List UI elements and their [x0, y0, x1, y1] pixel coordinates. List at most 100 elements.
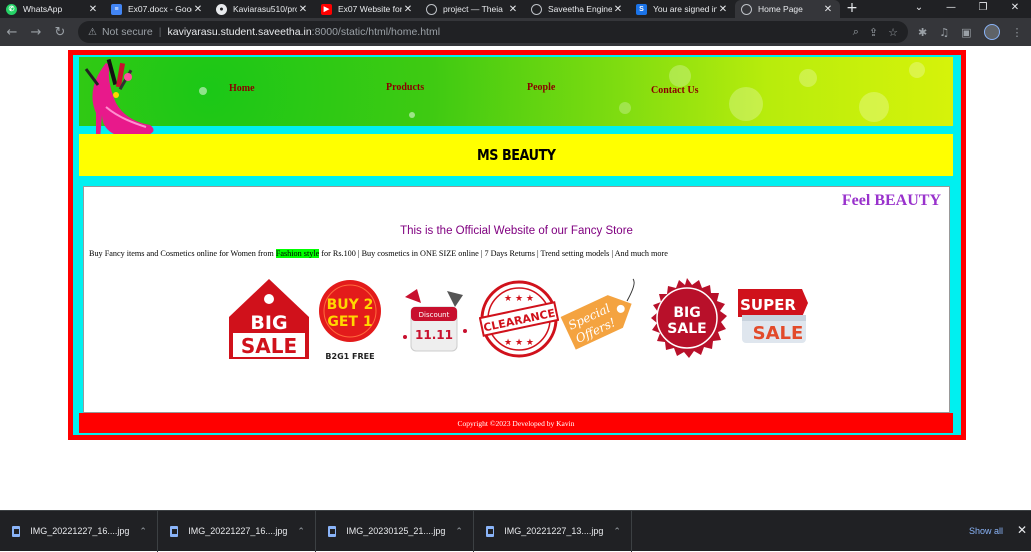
download-item[interactable]: IMG_20230125_21....jpg ⌃	[316, 510, 474, 552]
super-sale-text: SALE	[753, 323, 804, 344]
bokeh	[409, 112, 415, 118]
nav-home[interactable]: Home	[229, 83, 255, 94]
zoom-icon[interactable]: ⌕	[853, 26, 859, 39]
tagline: Feel BEAUTY	[841, 192, 941, 209]
chevron-up-icon[interactable]: ⌃	[287, 526, 315, 537]
tab-whatsapp[interactable]: ✆ WhatsApp ✕	[0, 0, 105, 18]
globe-icon	[531, 3, 542, 15]
big-text: BIG	[250, 312, 287, 334]
get1-text: GET 1	[327, 314, 372, 330]
browser-toolbar: ← → ↻ ⚠ Not secure | kaviyarasu.student.…	[0, 18, 1031, 46]
s-icon: S	[636, 3, 647, 15]
tab-saveetha[interactable]: Saveetha Enginee ✕	[525, 0, 630, 18]
show-all-button[interactable]: Show all	[969, 526, 1003, 536]
youtube-icon: ▶	[321, 3, 332, 15]
tab-title: You are signed in	[653, 4, 717, 14]
warning-icon[interactable]: ⚠	[88, 27, 97, 38]
high-heel-logo	[84, 58, 154, 139]
nav-products[interactable]: Products	[386, 82, 424, 93]
site-footer: Copyright ©2023 Developed by Kavin	[79, 413, 953, 433]
download-filename: IMG_20230125_21....jpg	[346, 526, 446, 536]
media-icon[interactable]: ♫	[939, 26, 949, 39]
chevron-down-icon[interactable]: ⌄	[903, 0, 935, 16]
new-tab-button[interactable]: +	[840, 0, 864, 18]
tab-title: Home Page	[758, 4, 803, 14]
github-icon: ●	[216, 3, 227, 15]
reload-icon[interactable]: ↻	[48, 25, 72, 40]
tab-title: WhatsApp	[23, 4, 63, 14]
close-icon[interactable]: ✕	[717, 4, 729, 15]
tab-strip: ✆ WhatsApp ✕ ≡ Ex07.docx - Goog ✕ ● Kavi…	[0, 0, 1031, 18]
description-end: for Rs.100 | Buy cosmetics in ONE SIZE o…	[319, 249, 668, 258]
bokeh	[909, 62, 925, 78]
chevron-up-icon[interactable]: ⌃	[129, 526, 157, 537]
restore-icon[interactable]: ❐	[967, 0, 999, 16]
site-title-bar: MS BEAUTY	[79, 134, 953, 176]
nav-people[interactable]: People	[527, 82, 555, 93]
discount-text: Discount	[419, 311, 450, 319]
close-window-icon[interactable]: ✕	[999, 0, 1031, 16]
official-heading: This is the Official Website of our Fanc…	[400, 225, 633, 237]
svg-text:★ ★ ★: ★ ★ ★	[504, 338, 534, 348]
sidebar-icon[interactable]: ▣	[961, 26, 971, 39]
tab-home-page[interactable]: Home Page ✕	[735, 0, 840, 18]
address-divider: |	[158, 26, 162, 38]
download-item[interactable]: IMG_20221227_13....jpg ⌃	[474, 510, 632, 552]
bokeh	[729, 87, 763, 121]
bokeh	[669, 65, 691, 87]
buy2-text: BUY 2	[327, 297, 374, 313]
forward-icon[interactable]: →	[24, 25, 48, 40]
fashion-style-highlight: Fashion style	[275, 249, 320, 258]
menu-icon[interactable]: ⋮	[1012, 26, 1023, 39]
close-icon[interactable]: ✕	[192, 4, 204, 15]
close-icon[interactable]: ✕	[612, 4, 624, 15]
bokeh	[859, 92, 889, 122]
docs-icon: ≡	[111, 3, 122, 15]
svg-text:★ ★ ★: ★ ★ ★	[504, 294, 534, 304]
clearance-badge: ★ ★ ★ ★ ★ ★ CLEARANCE	[479, 280, 559, 358]
image-file-icon	[170, 525, 179, 537]
extensions-icon[interactable]: ✱	[918, 26, 927, 39]
chevron-up-icon[interactable]: ⌃	[445, 526, 473, 537]
big-sale-badge: BIG SALE	[229, 279, 309, 359]
download-item[interactable]: IMG_20221227_16....jpg ⌃	[0, 510, 158, 552]
share-icon[interactable]: ⇪	[869, 26, 878, 39]
tab-docs[interactable]: ≡ Ex07.docx - Goog ✕	[105, 0, 210, 18]
tab-youtube[interactable]: ▶ Ex07 Website for ✕	[315, 0, 420, 18]
tab-title: project — Theia	[443, 4, 503, 14]
seal-big-text: BIG	[673, 305, 700, 321]
description: Buy Fancy items and Cosmetics online for…	[89, 249, 668, 258]
chevron-up-icon[interactable]: ⌃	[603, 526, 631, 537]
minimize-icon[interactable]: —	[935, 0, 967, 16]
tab-theia[interactable]: project — Theia ✕	[420, 0, 525, 18]
buy2-get1-badge: BUY 2 GET 1 B2G1 FREE	[319, 280, 381, 361]
close-icon[interactable]: ✕	[507, 4, 519, 15]
globe-icon	[741, 3, 752, 15]
close-icon[interactable]: ✕	[1017, 523, 1027, 537]
main-content: Feel BEAUTY This is the Official Website…	[83, 186, 950, 413]
download-item[interactable]: IMG_20221227_16....jpg ⌃	[158, 510, 316, 552]
cyan-frame: Home Products People Contact Us MS BEAUT…	[73, 55, 961, 435]
description-start: Buy Fancy items and Cosmetics online for…	[89, 249, 276, 258]
offer-badges: BIG SALE BUY 2 GET 1 B2G1 FREE Discount …	[227, 277, 817, 362]
close-icon[interactable]: ✕	[297, 4, 309, 15]
image-file-icon	[12, 525, 21, 537]
sale-text: SALE	[241, 334, 297, 358]
address-bar[interactable]: ⚠ Not secure | kaviyarasu.student.saveet…	[78, 21, 908, 43]
back-icon[interactable]: ←	[0, 25, 24, 40]
big-sale-seal-badge: BIG SALE	[651, 278, 727, 358]
nav-contact-us[interactable]: Contact Us	[651, 85, 699, 96]
super-text: SUPER	[740, 296, 796, 314]
bokeh	[799, 69, 817, 87]
profile-avatar[interactable]	[983, 24, 1000, 40]
tab-github[interactable]: ● Kaviarasu510/pro ✕	[210, 0, 315, 18]
download-filename: IMG_20221227_16....jpg	[188, 526, 288, 536]
close-icon[interactable]: ✕	[402, 4, 414, 15]
close-icon[interactable]: ✕	[822, 4, 834, 15]
tab-title: Saveetha Enginee	[548, 4, 612, 14]
discount-1111-badge: Discount 11.11	[403, 289, 467, 352]
tab-signed-in[interactable]: S You are signed in ✕	[630, 0, 735, 18]
bookmark-star-icon[interactable]: ☆	[888, 26, 898, 39]
close-icon[interactable]: ✕	[87, 4, 99, 15]
globe-icon	[426, 3, 437, 15]
